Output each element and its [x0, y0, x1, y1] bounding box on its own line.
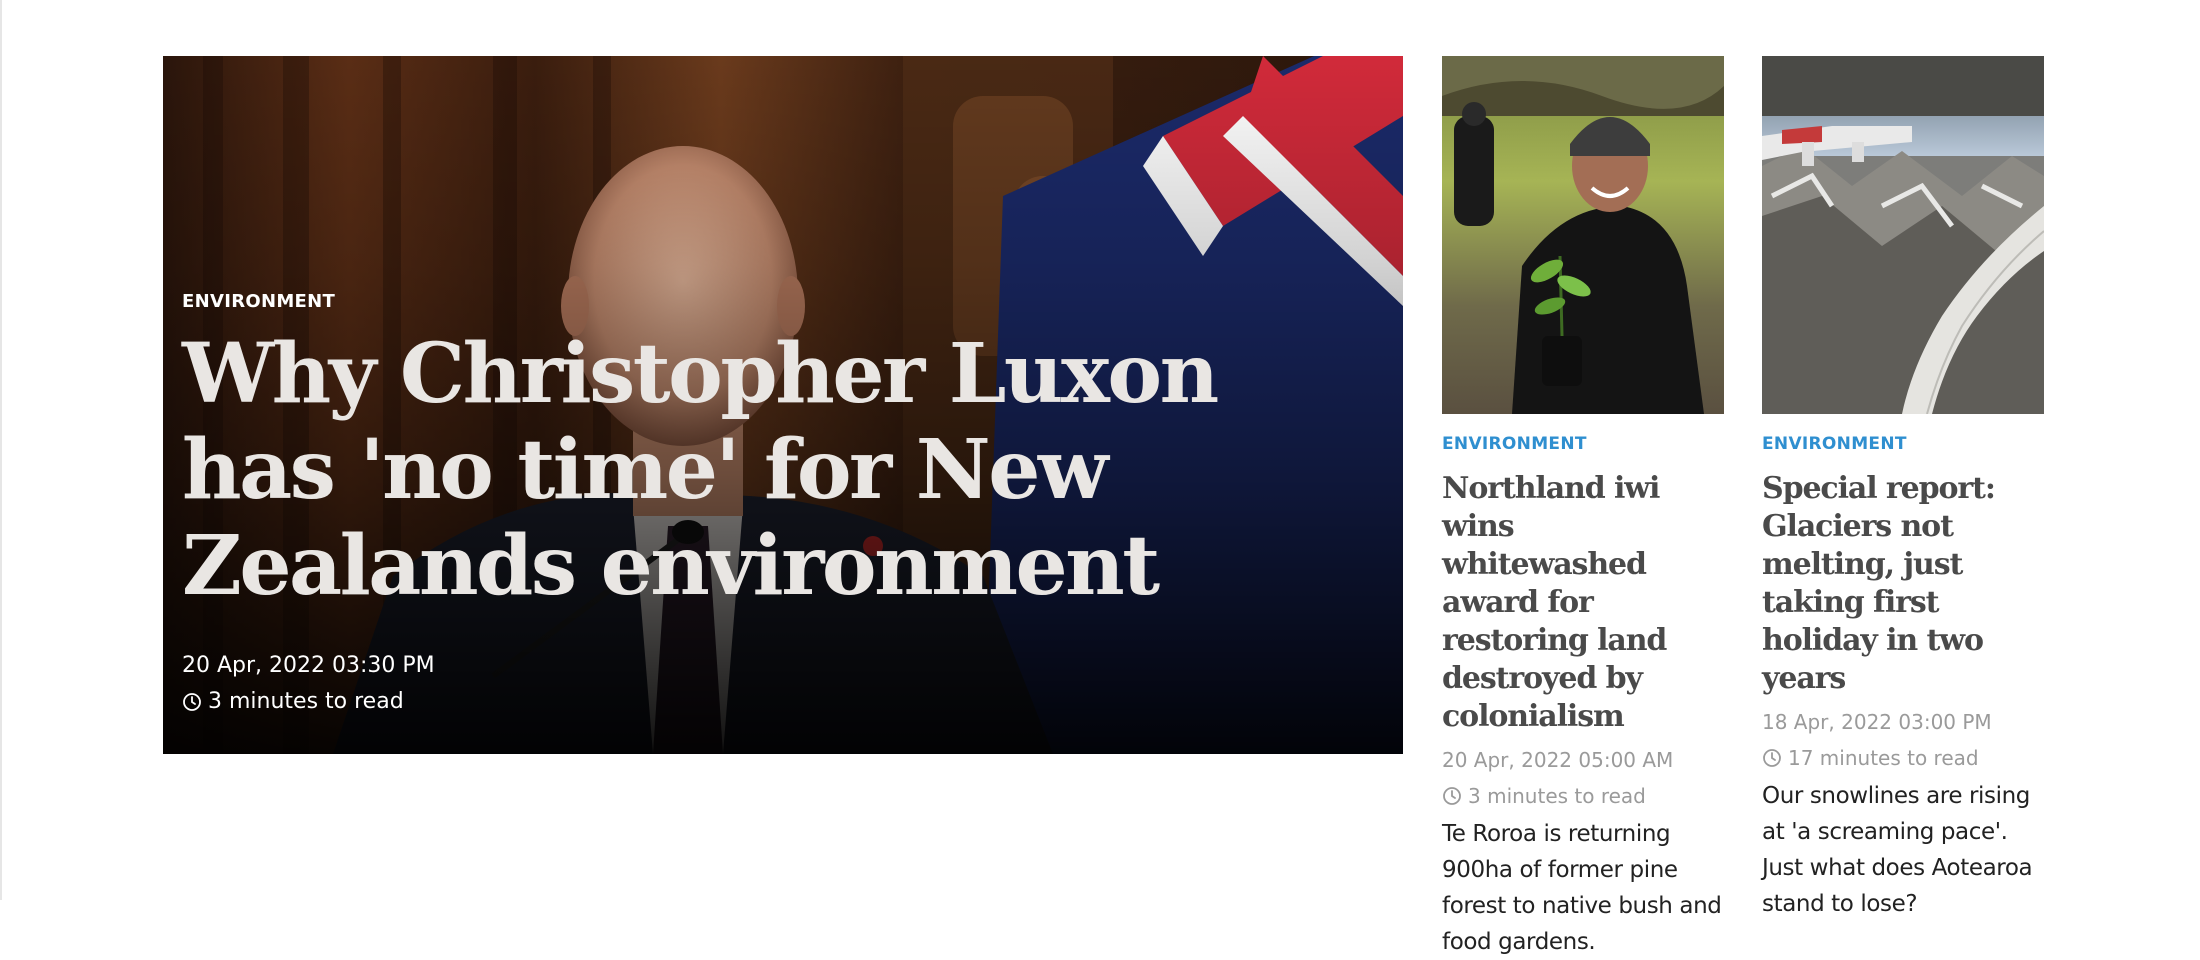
story-headline[interactable]: Northland iwi wins whitewashed award for…: [1442, 470, 1724, 736]
story-summary: Te Roroa is returning 900ha of former pi…: [1442, 821, 1722, 955]
clock-icon: [182, 692, 202, 712]
story-date: 18 Apr, 2022 03:00 PM: [1762, 710, 1992, 734]
featured-read-time: 3 minutes to read: [182, 689, 404, 714]
story-card[interactable]: ENVIRONMENT Special report: Glaciers not…: [1762, 56, 2044, 922]
story-image[interactable]: [1762, 56, 2044, 414]
featured-category-label[interactable]: ENVIRONMENT: [182, 291, 335, 312]
story-category-label[interactable]: ENVIRONMENT: [1762, 434, 2044, 454]
story-headline[interactable]: Special report: Glaciers not melting, ju…: [1762, 470, 2044, 698]
story-summary: Our snowlines are rising at 'a screaming…: [1762, 783, 2033, 917]
featured-read-time-text: 3 minutes to read: [208, 689, 404, 714]
featured-date: 20 Apr, 2022 03:30 PM: [182, 653, 435, 678]
clock-icon: [1442, 786, 1462, 806]
clock-icon: [1762, 748, 1782, 768]
featured-headline[interactable]: Why Christopher Luxon has 'no time' for …: [182, 326, 1342, 614]
story-read-time-text: 3 minutes to read: [1468, 784, 1646, 808]
story-read-time: 17 minutes to read: [1762, 744, 2044, 772]
story-date: 20 Apr, 2022 05:00 AM: [1442, 748, 1674, 772]
story-read-time-text: 17 minutes to read: [1788, 746, 1979, 770]
story-category-label[interactable]: ENVIRONMENT: [1442, 434, 1724, 454]
featured-story-card[interactable]: ENVIRONMENT Why Christopher Luxon has 'n…: [163, 56, 1403, 754]
story-image[interactable]: [1442, 56, 1724, 414]
story-read-time: 3 minutes to read: [1442, 782, 1724, 810]
page-edge-divider: [0, 0, 2, 900]
story-card[interactable]: ENVIRONMENT Northland iwi wins whitewash…: [1442, 56, 1724, 960]
